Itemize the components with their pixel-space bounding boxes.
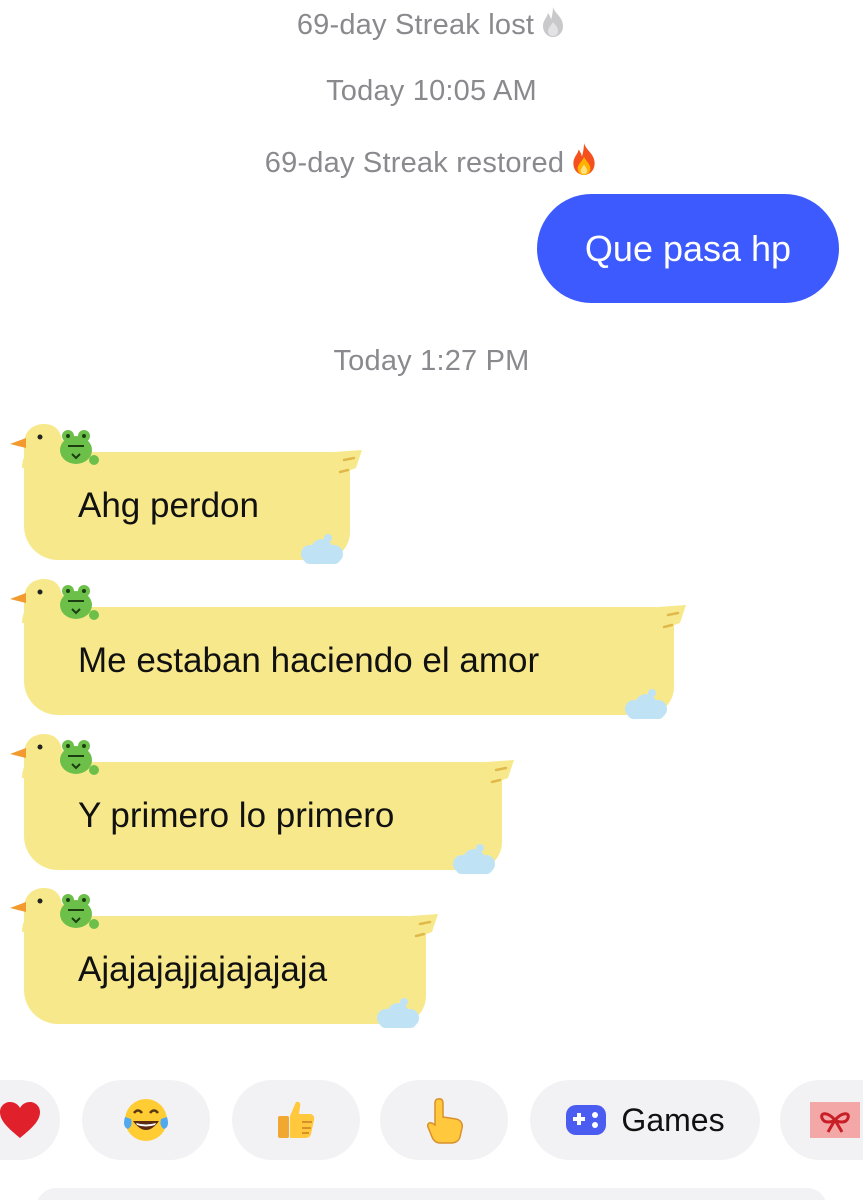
tears-of-joy-face-icon bbox=[124, 1099, 168, 1141]
duck-tail-icon bbox=[658, 605, 686, 631]
quick-reply-gift[interactable] bbox=[780, 1080, 863, 1160]
water-splash-icon bbox=[625, 689, 667, 719]
received-message-text: Ajajajajjajajajaja bbox=[78, 950, 328, 989]
water-splash-icon bbox=[301, 534, 343, 564]
received-message-text: Ahg perdon bbox=[78, 486, 259, 525]
received-message-text: Me estaban haciendo el amor bbox=[78, 641, 540, 680]
timestamp: Today 10:05 AM bbox=[326, 75, 537, 107]
chat-screen: 69-day Streak lost Today 10:05 AM 69-day… bbox=[0, 0, 863, 1200]
gift-icon bbox=[810, 1102, 860, 1138]
pointing-finger-icon bbox=[427, 1098, 463, 1144]
quick-reply-thumbs-up[interactable] bbox=[232, 1080, 360, 1160]
timestamp: Today 1:27 PM bbox=[333, 345, 530, 377]
streak-lost-notice: 69-day Streak lost bbox=[0, 6, 863, 46]
sent-message-text: Que pasa hp bbox=[584, 227, 792, 269]
duck-frog-avatar-icon bbox=[10, 579, 99, 621]
quick-reply-laugh[interactable] bbox=[82, 1080, 210, 1160]
streak-restored-text: 69-day Streak restored bbox=[264, 147, 565, 179]
quick-reply-heart[interactable] bbox=[0, 1080, 60, 1160]
quick-reply-games[interactable]: Games bbox=[530, 1080, 760, 1160]
received-message-bubble[interactable]: Me estaban haciendo el amor bbox=[10, 577, 686, 719]
duck-tail-icon bbox=[486, 760, 514, 786]
water-splash-icon bbox=[453, 844, 495, 874]
message-input[interactable] bbox=[36, 1188, 827, 1200]
games-label: Games bbox=[621, 1101, 725, 1138]
received-message-bubble[interactable]: Ahg perdon bbox=[10, 422, 362, 564]
streak-lost-text: 69-day Streak lost bbox=[296, 9, 535, 41]
duck-frog-avatar-icon bbox=[10, 734, 99, 776]
red-heart-icon bbox=[0, 1102, 40, 1138]
received-message-bubble[interactable]: Ajajajajjajajajaja bbox=[10, 886, 438, 1028]
duck-frog-avatar-icon bbox=[10, 888, 99, 930]
quick-reply-bar: Games bbox=[0, 1080, 863, 1162]
received-message-bubble[interactable]: Y primero lo primero bbox=[10, 732, 514, 874]
duck-frog-avatar-icon bbox=[10, 424, 99, 466]
duck-tail-icon bbox=[334, 450, 362, 476]
quick-reply-pointing[interactable] bbox=[380, 1080, 508, 1160]
duck-tail-icon bbox=[410, 914, 438, 940]
received-message-text: Y primero lo primero bbox=[78, 796, 395, 835]
thumbs-up-icon bbox=[278, 1101, 315, 1138]
sent-message-bubble[interactable]: Que pasa hp bbox=[537, 194, 839, 303]
duck-bubble-body: Me estaban haciendo el amor bbox=[22, 593, 686, 719]
gamepad-icon bbox=[566, 1105, 607, 1135]
flame-icon bbox=[570, 142, 598, 184]
water-splash-icon bbox=[377, 998, 419, 1028]
gray-flame-icon bbox=[540, 6, 566, 46]
streak-restored-notice: 69-day Streak restored bbox=[0, 142, 863, 184]
